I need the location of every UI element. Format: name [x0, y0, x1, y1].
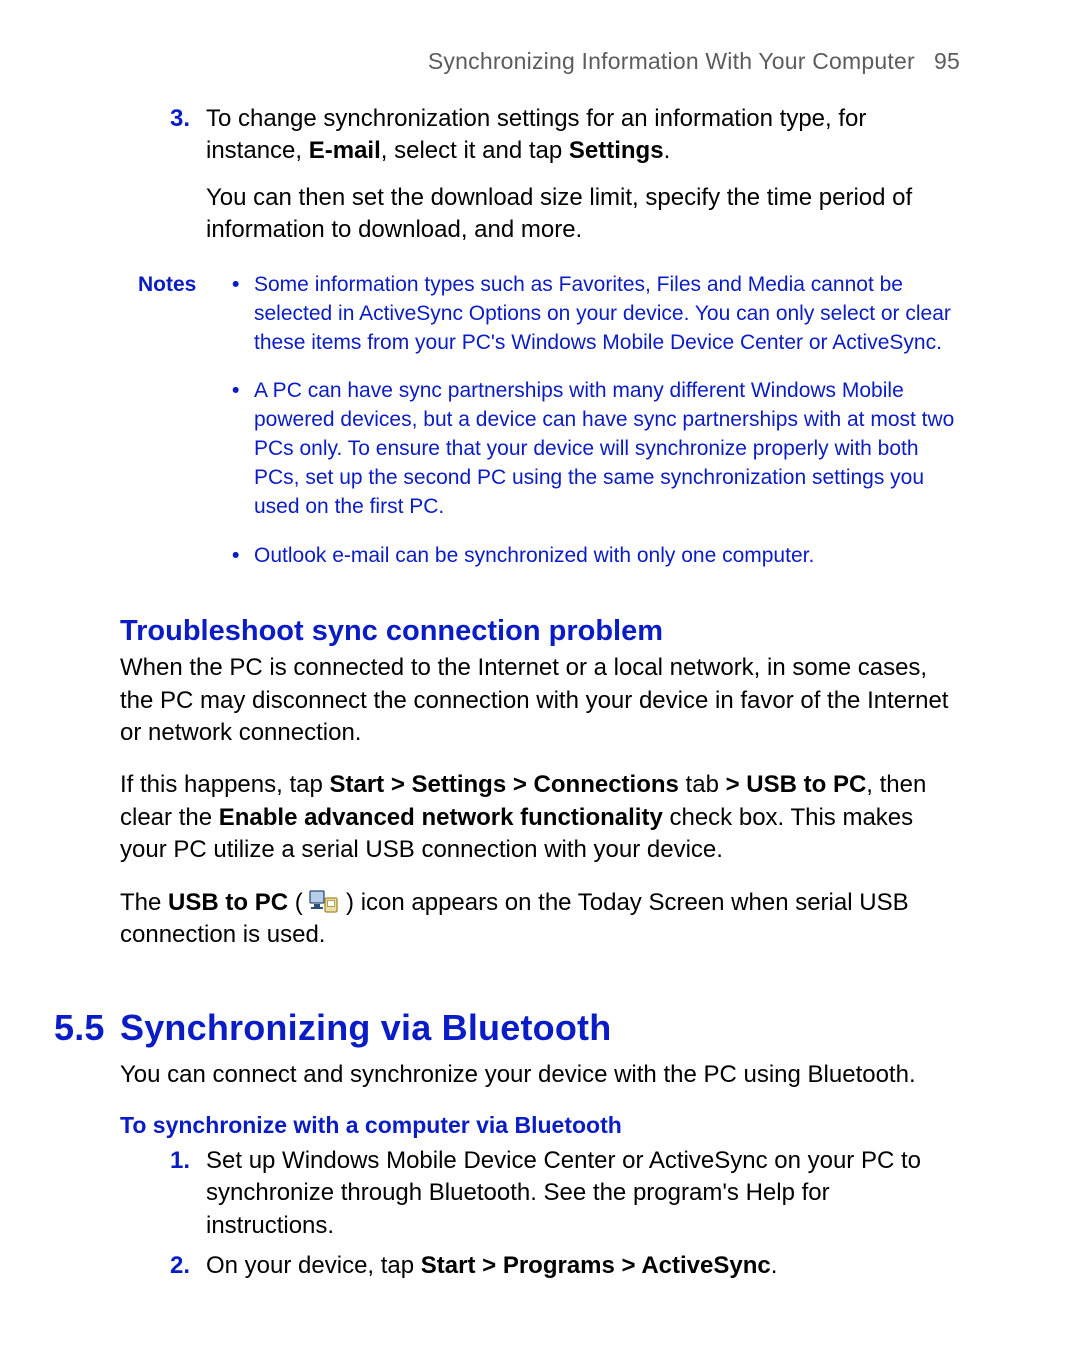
running-head-title: Synchronizing Information With Your Comp… [428, 48, 915, 74]
running-head: Synchronizing Information With Your Comp… [120, 48, 960, 75]
section-5-5-heading: 5.5Synchronizing via Bluetooth [54, 1007, 960, 1049]
bt-step-2: 2. On your device, tap Start > Programs … [170, 1250, 960, 1282]
note-item: A PC can have sync partnerships with man… [228, 377, 960, 522]
step-body: On your device, tap Start > Programs > A… [206, 1250, 777, 1282]
subheading-troubleshoot: Troubleshoot sync connection problem [120, 615, 960, 648]
step-number: 2. [170, 1250, 206, 1282]
section-5-5-intro: You can connect and synchronize your dev… [120, 1059, 960, 1091]
step-number: 1. [170, 1145, 206, 1242]
manual-page: Synchronizing Information With Your Comp… [0, 0, 1080, 1350]
troubleshoot-p3-pre: The USB to PC ( [120, 889, 309, 916]
section-title: Synchronizing via Bluetooth [120, 1007, 611, 1048]
usb-to-pc-icon [309, 890, 339, 914]
step-3-continue: You can then set the download size limit… [206, 182, 960, 247]
notes-list: Some information types such as Favorites… [228, 271, 960, 592]
task-title-bluetooth: To synchronize with a computer via Bluet… [120, 1112, 960, 1139]
step-body: Set up Windows Mobile Device Center or A… [206, 1145, 960, 1242]
troubleshoot-p1: When the PC is connected to the Internet… [120, 652, 960, 749]
step-number: 3. [170, 103, 206, 168]
notes-label: Notes [120, 271, 228, 592]
note-item: Some information types such as Favorites… [228, 271, 960, 358]
note-item: Outlook e-mail can be synchronized with … [228, 542, 960, 571]
page-number: 95 [934, 48, 960, 74]
step-body: To change synchronization settings for a… [206, 103, 960, 168]
step-3: 3. To change synchronization settings fo… [170, 103, 960, 168]
section-number: 5.5 [54, 1007, 120, 1049]
troubleshoot-p3: The USB to PC ( ) icon appears on the To… [120, 887, 960, 952]
bt-step-1: 1. Set up Windows Mobile Device Center o… [170, 1145, 960, 1242]
notes-block: Notes Some information types such as Fav… [120, 271, 960, 592]
troubleshoot-p2: If this happens, tap Start > Settings > … [120, 769, 960, 866]
